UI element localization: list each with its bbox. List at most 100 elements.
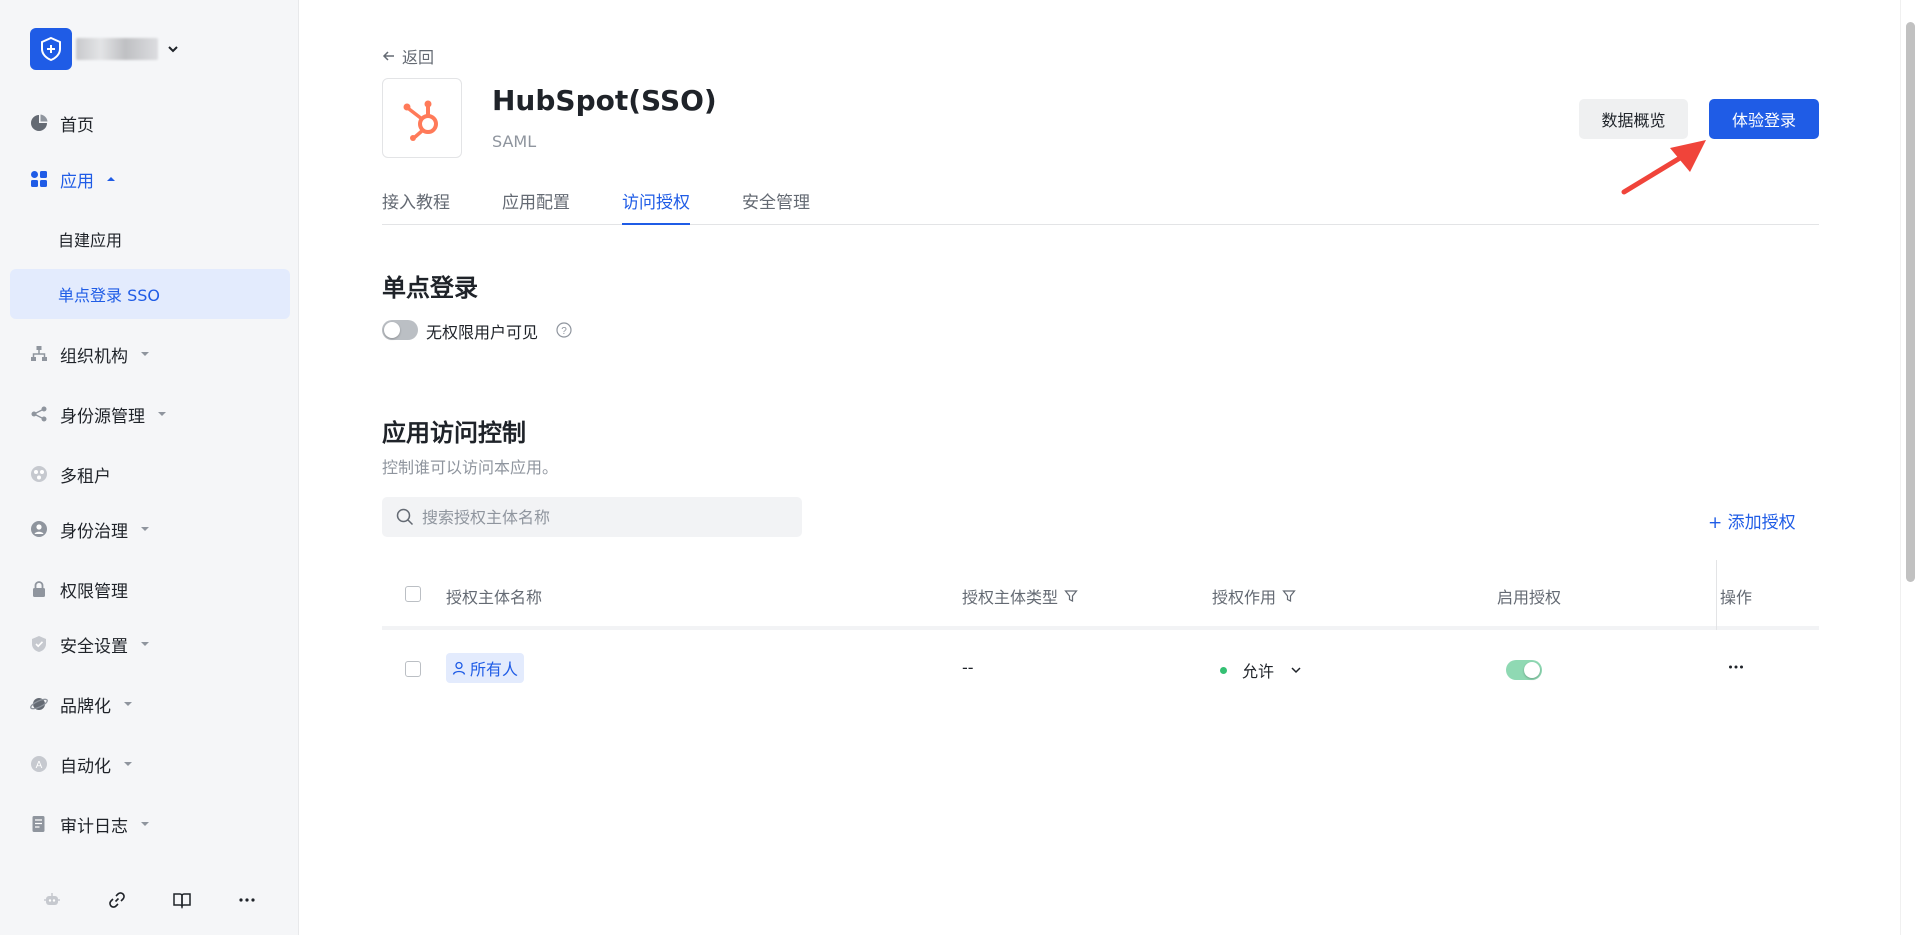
toggle-label: 无权限用户可见 <box>426 323 539 342</box>
column-header-enabled: 启用授权 <box>1497 584 1561 608</box>
help-circle-icon[interactable]: ? <box>556 322 572 338</box>
add-authorization-button[interactable]: + 添加授权 <box>1708 508 1796 533</box>
chevron-up-icon <box>107 177 115 181</box>
sidebar-footer <box>0 865 299 935</box>
subject-tag[interactable]: 所有人 <box>446 653 525 683</box>
column-header-actions: 操作 <box>1720 584 1752 608</box>
filter-icon[interactable] <box>1282 589 1296 603</box>
app-title: HubSpot(SSO) <box>492 84 717 117</box>
nav-label: 应用 <box>60 171 94 192</box>
column-label: 授权作用 <box>1212 588 1277 607</box>
link-icon[interactable] <box>103 886 131 914</box>
nav-apps[interactable]: 应用 <box>30 164 116 194</box>
toggle-knob <box>1524 662 1540 678</box>
nav-home[interactable]: 首页 <box>30 108 94 138</box>
column-header-effect: 授权作用 <box>1212 584 1296 608</box>
nav-label: 自动化 <box>60 756 111 777</box>
search-input[interactable] <box>422 507 792 527</box>
sidebar-item-sso[interactable]: 单点登录 SSO <box>10 269 290 319</box>
sidebar: 首页 应用 自建应用 单点登录 SSO 组织机构 身份源管理 多租户 身份治理 … <box>0 0 299 935</box>
chevron-down-icon <box>158 412 166 416</box>
more-actions-icon[interactable] <box>1727 658 1745 676</box>
robot-icon[interactable] <box>38 886 66 914</box>
share-icon <box>30 405 48 423</box>
automation-icon: A <box>30 755 48 773</box>
nav-label: 身份治理 <box>60 521 128 542</box>
try-login-button[interactable]: 体验登录 <box>1709 99 1819 139</box>
nav-identity-governance[interactable]: 身份治理 <box>30 514 150 544</box>
nav-label: 品牌化 <box>60 696 111 717</box>
lock-icon <box>30 580 48 598</box>
book-icon[interactable] <box>168 886 196 914</box>
enable-authorization-toggle[interactable] <box>1506 660 1542 680</box>
nav-automation[interactable]: A 自动化 <box>30 749 133 779</box>
nav-multi-tenant[interactable]: 多租户 <box>30 459 111 489</box>
column-divider <box>1716 560 1717 630</box>
sub-item-label: 自建应用 <box>58 231 123 250</box>
vertical-scrollbar[interactable] <box>1900 0 1920 935</box>
hubspot-logo-icon <box>382 78 462 158</box>
allow-status-dot <box>1220 666 1227 674</box>
tab-bar: 接入教程 应用配置 访问授权 安全管理 <box>382 188 1819 225</box>
nav-organization[interactable]: 组织机构 <box>30 339 150 369</box>
chevron-down-icon <box>141 527 149 531</box>
column-label: 操作 <box>1720 588 1753 607</box>
nav-security-settings[interactable]: 安全设置 <box>30 629 150 659</box>
nav-identity-sources[interactable]: 身份源管理 <box>30 399 167 429</box>
effect-select[interactable]: 允许 <box>1220 658 1302 682</box>
back-link[interactable]: 返回 <box>382 44 434 68</box>
nav-label: 首页 <box>60 115 94 136</box>
nav-label: 安全设置 <box>60 636 128 657</box>
brand-switcher[interactable] <box>30 28 180 70</box>
tenant-name-redacted <box>76 38 158 60</box>
tab-security-management[interactable]: 安全管理 <box>742 188 810 225</box>
subject-name: 所有人 <box>470 660 519 679</box>
sso-section-title: 单点登录 <box>382 274 478 302</box>
scrollbar-thumb[interactable] <box>1906 22 1915 582</box>
sidebar-item-custom-apps[interactable]: 自建应用 <box>10 214 290 264</box>
plus-icon: + <box>1708 513 1723 533</box>
chevron-down-icon <box>1291 667 1301 674</box>
column-header-subject: 授权主体名称 <box>446 584 542 608</box>
org-tree-icon <box>30 345 48 363</box>
back-label: 返回 <box>402 48 435 67</box>
chevron-down-icon <box>141 822 149 826</box>
pie-chart-icon <box>30 114 48 132</box>
log-icon <box>30 815 48 833</box>
search-box <box>382 497 802 537</box>
nav-audit-logs[interactable]: 审计日志 <box>30 809 150 839</box>
unauthorized-visible-toggle[interactable] <box>382 320 418 340</box>
apps-icon <box>30 170 48 188</box>
chevron-down-icon <box>141 642 149 646</box>
arrow-left-icon <box>382 51 394 61</box>
main-content: 返回 HubSpot(SSO) SAML 数据概览 体验登录 接入教程 应用配置… <box>300 0 1900 935</box>
chevron-down-icon <box>124 762 132 766</box>
tab-tutorial[interactable]: 接入教程 <box>382 188 450 225</box>
planet-icon <box>30 695 48 713</box>
table-header: 授权主体名称 授权主体类型 授权作用 启用授权 操作 <box>382 560 1819 630</box>
access-control-title: 应用访问控制 <box>382 419 526 447</box>
effect-value: 允许 <box>1242 662 1275 681</box>
tab-app-config[interactable]: 应用配置 <box>502 188 570 225</box>
annotation-arrow-icon <box>1621 140 1706 195</box>
subject-type: -- <box>962 658 974 677</box>
column-label: 授权主体类型 <box>962 588 1059 607</box>
shield-logo-icon <box>30 28 72 70</box>
more-icon[interactable] <box>233 886 261 914</box>
nav-permissions[interactable]: 权限管理 <box>30 574 128 604</box>
filter-icon[interactable] <box>1064 589 1078 603</box>
table-row: 所有人 -- 允许 <box>382 634 1819 704</box>
svg-text:?: ? <box>561 326 567 337</box>
data-overview-button[interactable]: 数据概览 <box>1579 99 1688 139</box>
chevron-down-icon <box>141 352 149 356</box>
select-all-checkbox[interactable] <box>405 586 421 602</box>
user-icon <box>452 661 466 675</box>
nav-branding[interactable]: 品牌化 <box>30 689 133 719</box>
column-label: 授权主体名称 <box>446 588 543 607</box>
access-control-description: 控制谁可以访问本应用。 <box>382 458 559 477</box>
tab-access-authorization[interactable]: 访问授权 <box>622 188 690 225</box>
nav-label: 审计日志 <box>60 816 128 837</box>
chevron-down-icon <box>124 702 132 706</box>
row-checkbox[interactable] <box>405 661 421 677</box>
app-protocol: SAML <box>492 132 537 151</box>
